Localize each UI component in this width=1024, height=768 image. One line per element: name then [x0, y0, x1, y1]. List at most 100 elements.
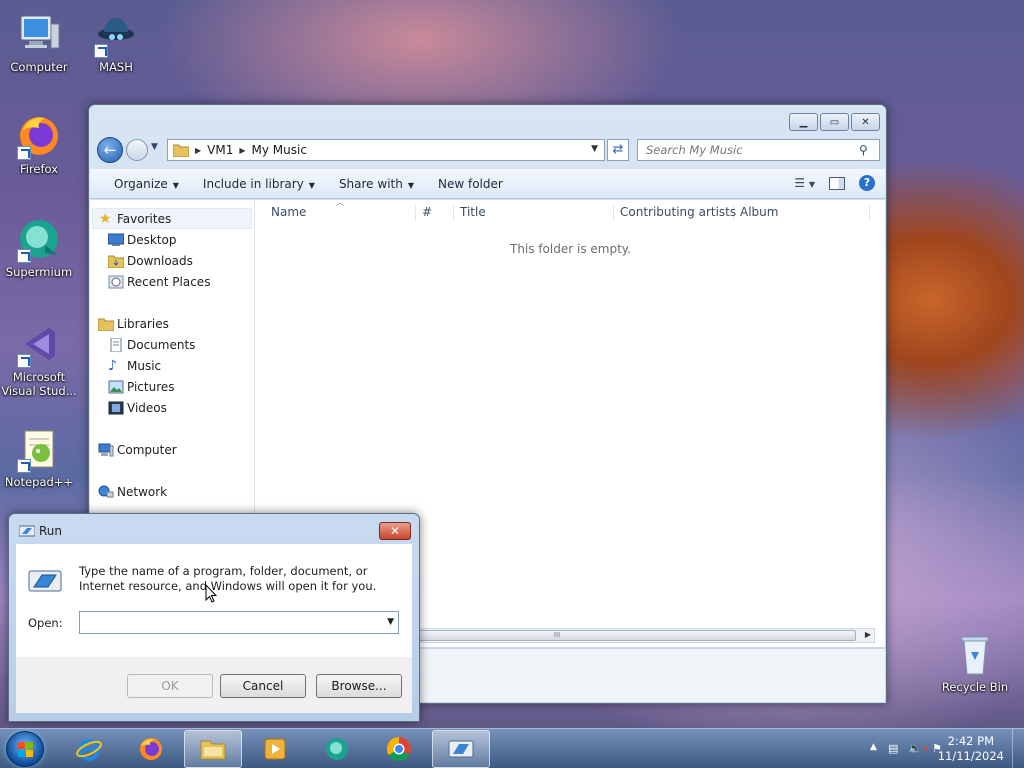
nav-item-downloads[interactable]: Downloads — [90, 250, 254, 271]
nav-item-documents[interactable]: Documents — [90, 334, 254, 355]
column-headers: ︿ Name # Title Contributing artists Albu… — [256, 198, 885, 224]
nav-network[interactable]: Network — [90, 481, 254, 502]
desktop-icon-firefox[interactable]: Firefox — [1, 112, 77, 176]
ok-button[interactable]: OK — [127, 674, 213, 698]
system-tray: ▲ ▤ 🔈✕ ⚑ 2:42 PM 11/11/2024 — [844, 729, 1024, 768]
preview-pane-icon[interactable] — [829, 176, 845, 190]
desktop-icon-label: Firefox — [19, 162, 59, 176]
desktop-icon-visual-studio[interactable]: Microsoft Visual Stud... — [1, 320, 77, 398]
run-dialog[interactable]: Run ✕ Type the name of a program, folder… — [8, 513, 420, 722]
nav-libraries-label: Libraries — [117, 316, 169, 331]
chevron-down-icon[interactable]: ▼ — [387, 617, 394, 627]
desktop-icon-label: Notepad++ — [4, 475, 74, 489]
close-button[interactable]: ✕ — [851, 113, 880, 131]
search-icon[interactable]: ⚲ — [859, 143, 875, 157]
back-button[interactable]: ← — [97, 137, 123, 163]
run-description: Type the name of a program, folder, docu… — [79, 564, 377, 593]
visual-studio-icon — [15, 320, 63, 368]
column-header-label: Name — [271, 205, 307, 219]
taskbar-chrome[interactable] — [370, 730, 428, 768]
change-view-icon[interactable]: ☰ ▼ — [794, 176, 815, 190]
desktop-icon-notepad-plus[interactable]: Notepad++ — [1, 425, 77, 489]
internet-explorer-icon — [76, 739, 102, 761]
forward-button[interactable] — [126, 139, 148, 161]
nav-item-recent-places[interactable]: Recent Places — [90, 271, 254, 292]
taskbar-media-player[interactable] — [246, 730, 304, 768]
column-header-title[interactable]: Title — [454, 205, 614, 221]
nav-item-videos[interactable]: Videos — [90, 397, 254, 418]
nav-item-desktop[interactable]: Desktop — [90, 229, 254, 250]
share-with-menu[interactable]: Share with ▼ — [327, 177, 426, 191]
taskbar-internet-explorer[interactable] — [60, 730, 118, 768]
nav-network-label: Network — [117, 484, 168, 499]
shortcut-arrow-icon — [94, 44, 108, 58]
show-desktop-button[interactable] — [1012, 729, 1024, 768]
nav-item-label: Desktop — [127, 232, 177, 247]
column-header-label: Album — [740, 205, 779, 219]
address-bar[interactable]: ▶ VM1 ▶ My Music ▼ — [167, 139, 605, 161]
desktop-icon-supermium[interactable]: Supermium — [1, 215, 77, 279]
breadcrumb-separator-icon[interactable]: ▶ — [239, 146, 245, 155]
open-input[interactable] — [84, 612, 374, 633]
browse-button[interactable]: Browse... — [316, 674, 402, 698]
new-folder-button[interactable]: New folder — [426, 177, 515, 191]
run-icon — [448, 740, 474, 758]
computer-icon — [15, 10, 63, 58]
desktop-icon-recycle-bin[interactable]: Recycle Bin — [937, 630, 1013, 694]
nav-computer[interactable]: Computer — [90, 439, 254, 460]
nav-item-label: Videos — [127, 400, 167, 415]
nav-favorites[interactable]: ★ Favorites — [92, 208, 252, 229]
cancel-button[interactable]: Cancel — [220, 674, 306, 698]
breadcrumb-vm1[interactable]: VM1 — [207, 143, 233, 157]
search-input[interactable] — [646, 143, 859, 157]
organize-menu[interactable]: Organize ▼ — [90, 177, 191, 191]
include-in-library-menu[interactable]: Include in library ▼ — [191, 177, 327, 191]
desktop-icon-mash[interactable]: MASH — [78, 10, 154, 74]
clock-date: 11/11/2024 — [937, 749, 1004, 763]
column-header-contributing-artists[interactable]: Contributing artists — [614, 205, 736, 221]
nav-libraries[interactable]: Libraries — [90, 313, 254, 334]
taskbar-supermium[interactable] — [308, 730, 366, 768]
clock[interactable]: 2:42 PM 11/11/2024 — [938, 734, 1004, 764]
column-header-album[interactable]: Album — [734, 205, 870, 221]
column-header-name[interactable]: Name — [256, 205, 416, 221]
minimize-button[interactable]: ▁ — [789, 113, 818, 131]
nav-item-pictures[interactable]: Pictures — [90, 376, 254, 397]
search-box[interactable]: ⚲ — [637, 139, 880, 161]
column-header-number[interactable]: # — [416, 205, 454, 221]
run-icon — [19, 525, 35, 537]
network-status-icon[interactable]: ▤ — [888, 742, 898, 755]
taskbar-run[interactable] — [432, 730, 490, 768]
taskbar-windows-explorer[interactable] — [184, 730, 242, 768]
run-close-button[interactable]: ✕ — [379, 522, 411, 540]
start-button[interactable] — [6, 731, 44, 767]
desktop-icon-computer[interactable]: Computer — [1, 10, 77, 74]
videos-icon — [108, 401, 124, 414]
chrome-icon — [386, 737, 411, 762]
shortcut-arrow-icon — [17, 354, 31, 368]
refresh-button[interactable]: ⇄ — [607, 139, 629, 161]
open-combobox[interactable]: ▼ — [79, 611, 399, 634]
scroll-right-icon[interactable]: ▶ — [865, 630, 871, 639]
nav-item-label: Documents — [127, 337, 196, 352]
supermium-icon — [326, 738, 348, 760]
breadcrumb-separator-icon[interactable]: ▶ — [195, 146, 201, 155]
address-dropdown-icon[interactable]: ▼ — [591, 144, 598, 154]
recycle-bin-icon — [951, 630, 999, 678]
volume-muted-icon[interactable]: 🔈✕ — [908, 742, 929, 755]
nav-item-label: Recent Places — [127, 274, 211, 289]
desktop-icon-label: Microsoft Visual Stud... — [1, 370, 77, 398]
help-icon[interactable]: ? — [859, 175, 875, 191]
desktop-icon-label: Computer — [10, 60, 68, 74]
breadcrumb-my-music[interactable]: My Music — [252, 143, 307, 157]
taskbar-firefox[interactable] — [122, 730, 180, 768]
shortcut-arrow-icon — [17, 459, 31, 473]
new-folder-label: New folder — [438, 176, 503, 191]
nav-item-music[interactable]: ♪ Music — [90, 355, 254, 376]
maximize-button[interactable]: ▭ — [820, 113, 849, 131]
window-controls: ▁ ▭ ✕ — [789, 113, 880, 131]
show-hidden-icons-button[interactable]: ▲ — [870, 742, 877, 752]
firefox-icon — [15, 112, 63, 160]
recent-pages-dropdown[interactable]: ▼ — [151, 142, 158, 152]
recent-places-icon — [108, 275, 124, 288]
